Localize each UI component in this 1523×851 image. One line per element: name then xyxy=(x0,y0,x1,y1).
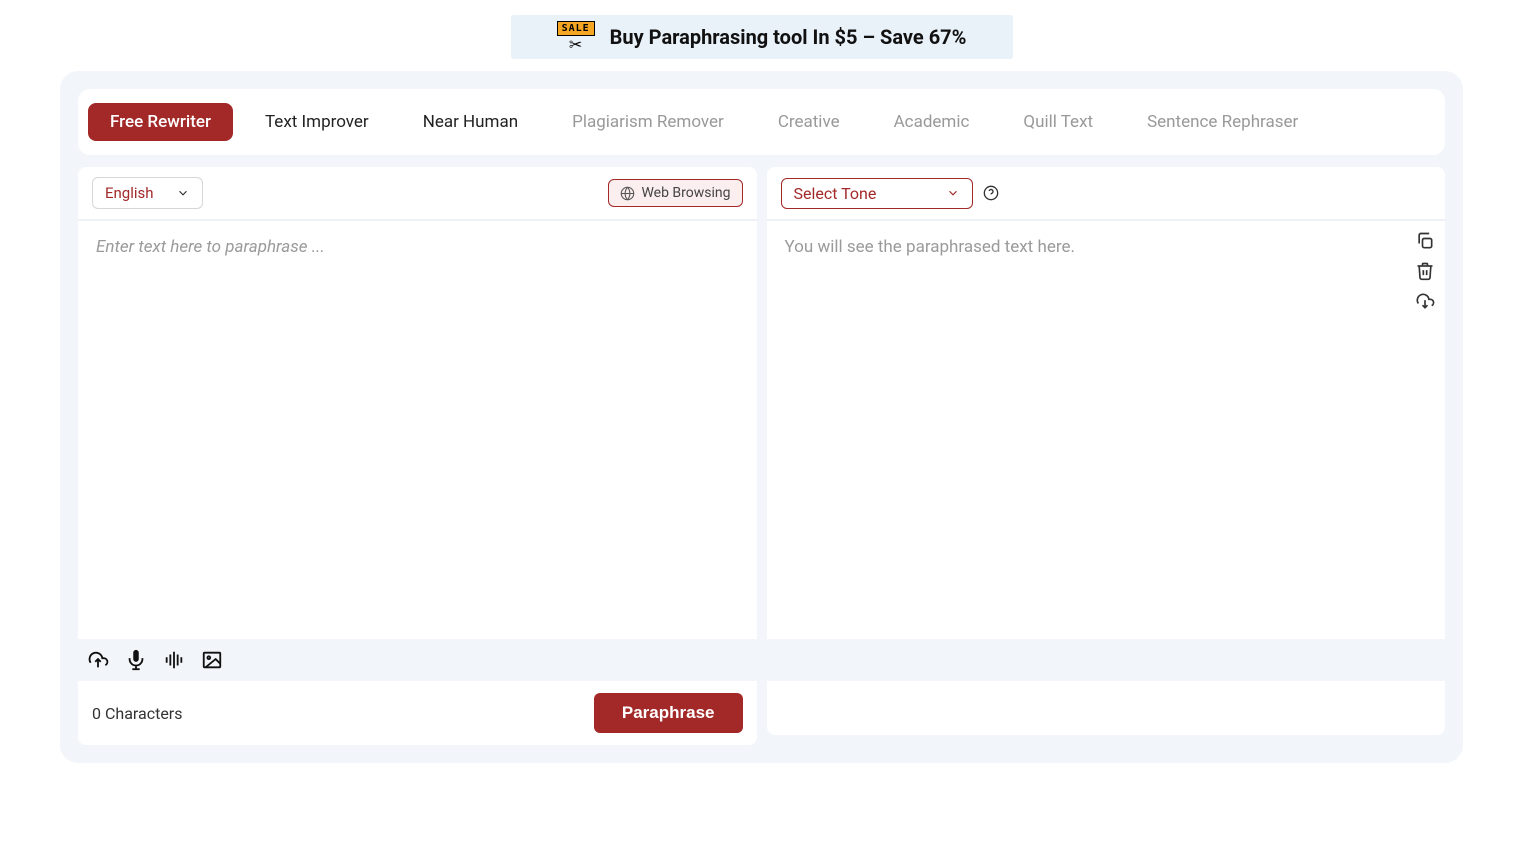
copy-icon[interactable] xyxy=(1415,231,1435,251)
output-textarea: You will see the paraphrased text here. xyxy=(767,219,1446,639)
sale-icon: SALE ✂ xyxy=(557,21,595,53)
input-panel: English Web Browsing Enter text here to … xyxy=(78,167,757,745)
input-textarea[interactable]: Enter text here to paraphrase ... xyxy=(78,219,757,639)
globe-icon xyxy=(620,186,635,201)
banner-text: Buy Paraphrasing tool In $5 – Save 67% xyxy=(610,25,967,49)
chevron-down-icon xyxy=(176,186,190,200)
output-actions xyxy=(1415,231,1435,311)
language-select-label: English xyxy=(105,184,154,202)
sale-tag: SALE xyxy=(557,21,595,36)
download-cloud-icon[interactable] xyxy=(1415,291,1435,311)
tab-creative[interactable]: Creative xyxy=(756,103,862,141)
trash-icon[interactable] xyxy=(1415,261,1435,281)
tab-plagiarism-remover[interactable]: Plagiarism Remover xyxy=(550,103,746,141)
input-placeholder: Enter text here to paraphrase ... xyxy=(96,237,325,257)
tab-quill-text[interactable]: Quill Text xyxy=(1001,103,1115,141)
panels: English Web Browsing Enter text here to … xyxy=(78,167,1445,745)
chevron-down-icon xyxy=(946,186,960,200)
output-placeholder: You will see the paraphrased text here. xyxy=(785,237,1075,257)
output-panel: Select Tone You will see the paraphrased… xyxy=(767,167,1446,745)
input-panel-header: English Web Browsing xyxy=(78,167,757,219)
paraphrase-button[interactable]: Paraphrase xyxy=(594,693,743,733)
help-icon[interactable] xyxy=(983,185,999,201)
tone-select-label: Select Tone xyxy=(794,184,877,203)
microphone-icon[interactable] xyxy=(124,649,148,671)
main-card: Free Rewriter Text Improver Near Human P… xyxy=(60,71,1463,763)
input-panel-footer: 0 Characters Paraphrase xyxy=(78,679,757,745)
tab-academic[interactable]: Academic xyxy=(872,103,992,141)
tab-sentence-rephraser[interactable]: Sentence Rephraser xyxy=(1125,103,1320,141)
image-icon[interactable] xyxy=(200,649,224,671)
web-browsing-button[interactable]: Web Browsing xyxy=(608,179,742,207)
character-count: 0 Characters xyxy=(92,704,182,723)
tab-near-human[interactable]: Near Human xyxy=(401,103,540,141)
tab-free-rewriter[interactable]: Free Rewriter xyxy=(88,103,233,141)
input-toolbar xyxy=(78,639,757,679)
upload-cloud-icon[interactable] xyxy=(86,649,110,671)
output-toolbar-spacer xyxy=(767,639,1446,679)
output-panel-header: Select Tone xyxy=(767,167,1446,219)
audio-wave-icon[interactable] xyxy=(162,649,186,671)
promo-banner[interactable]: SALE ✂ Buy Paraphrasing tool In $5 – Sav… xyxy=(511,15,1013,59)
scissors-icon: ✂ xyxy=(569,37,582,53)
mode-tabs: Free Rewriter Text Improver Near Human P… xyxy=(78,89,1445,155)
output-panel-footer xyxy=(767,679,1446,735)
tab-text-improver[interactable]: Text Improver xyxy=(243,103,391,141)
tone-select[interactable]: Select Tone xyxy=(781,178,974,209)
web-browsing-label: Web Browsing xyxy=(641,185,730,201)
language-select[interactable]: English xyxy=(92,177,203,209)
